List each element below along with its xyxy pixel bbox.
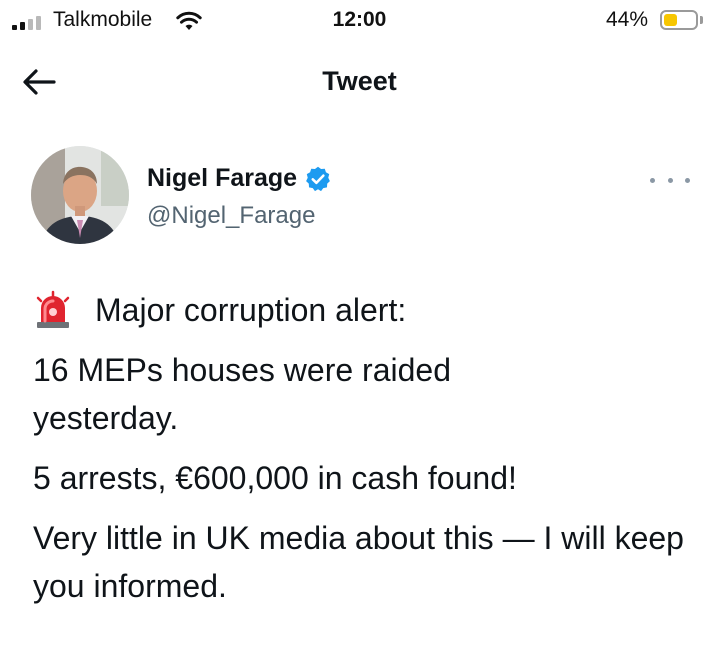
police-siren-icon bbox=[36, 290, 70, 328]
tweet-line-2: 16 MEPs houses were raided yesterday. bbox=[33, 352, 451, 436]
status-bar: Talkmobile 12:00 44% bbox=[0, 0, 719, 42]
nav-header: Tweet bbox=[0, 48, 719, 118]
page-title: Tweet bbox=[322, 66, 397, 96]
tweet-line-4: Very little in UK media about this — I w… bbox=[33, 520, 684, 604]
battery-cap bbox=[700, 16, 703, 24]
tweet-line-3: 5 arrests, €600,000 in cash found! bbox=[33, 460, 517, 496]
author-handle[interactable]: @Nigel_Farage bbox=[147, 202, 315, 230]
battery-level bbox=[664, 14, 677, 26]
more-options-icon[interactable] bbox=[650, 170, 690, 190]
tweet-line-1: Major corruption alert: bbox=[33, 286, 703, 334]
author-name-line[interactable]: Nigel Farage bbox=[147, 164, 332, 193]
battery-icon bbox=[660, 10, 698, 30]
display-name: Nigel Farage bbox=[147, 164, 298, 192]
tweet-author: Nigel Farage @Nigel_Farage bbox=[0, 140, 719, 250]
battery-percent: 44% bbox=[606, 8, 649, 31]
verified-badge-icon bbox=[306, 166, 330, 191]
avatar[interactable] bbox=[31, 146, 129, 244]
tweet-text: Major corruption alert: 16 MEPs houses w… bbox=[33, 286, 703, 622]
tweet-line-1-text: Major corruption alert: bbox=[95, 292, 407, 328]
